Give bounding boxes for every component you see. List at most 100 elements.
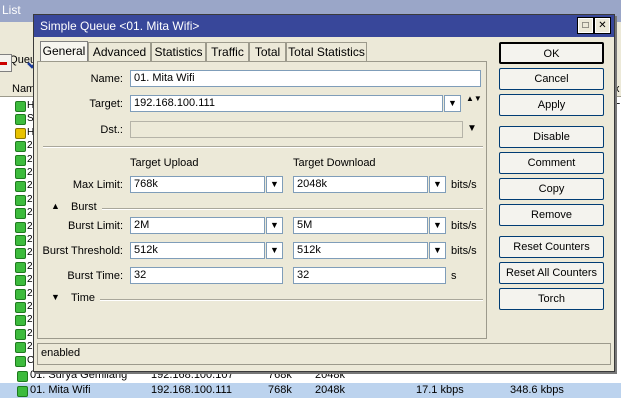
general-tab-panel: Name: 01. Mita Wifi Target: 192.168.100.… <box>37 61 487 339</box>
list-item[interactable]: 2 <box>15 207 33 220</box>
row-download: 2048k <box>315 384 345 396</box>
list-item[interactable]: 2 <box>15 180 33 193</box>
max-limit-upload-field[interactable]: 768k <box>130 176 265 193</box>
apply-button[interactable]: Apply <box>499 94 604 116</box>
name-label: Name: <box>90 73 123 85</box>
list-item-label: 2 <box>27 207 33 219</box>
list-item[interactable]: 2 <box>15 314 33 327</box>
burst-limit-upload-dropdown-icon[interactable]: ▼ <box>266 217 283 234</box>
column-header-name[interactable]: Nam <box>12 83 35 95</box>
list-item[interactable]: 2 <box>15 261 33 273</box>
tab-total[interactable]: Total <box>249 42 286 62</box>
target-field[interactable]: 192.168.100.111 <box>130 95 443 112</box>
list-item-label: 2 <box>27 167 33 178</box>
tab-advanced[interactable]: Advanced <box>88 42 151 62</box>
row-rate-up: 17.1 kbps <box>416 384 464 396</box>
list-item[interactable]: 2 <box>15 140 33 153</box>
list-item[interactable]: 2 <box>15 167 33 179</box>
list-item[interactable]: 2 <box>15 288 33 300</box>
burst-section-label[interactable]: Burst <box>71 201 97 213</box>
list-item[interactable]: H <box>15 127 34 139</box>
close-icon[interactable]: ✕ <box>594 17 611 34</box>
table-row-selected[interactable]: 01. Mita Wifi 192.168.100.111 768k 2048k… <box>0 383 621 398</box>
restore-icon[interactable]: □ <box>577 17 594 34</box>
row-rate-down: 348.6 kbps <box>510 384 564 396</box>
queue-icon <box>15 221 26 233</box>
tab-total-statistics[interactable]: Total Statistics <box>286 42 367 62</box>
list-item[interactable]: 2 <box>15 247 33 260</box>
time-section-label[interactable]: Time <box>71 292 95 304</box>
max-limit-download-dropdown-icon[interactable]: ▼ <box>429 176 446 193</box>
burst-threshold-upload-field[interactable]: 512k <box>130 242 265 259</box>
list-item-label: 2 <box>27 153 33 165</box>
unit-seconds: s <box>451 270 457 282</box>
queue-icon <box>15 355 26 367</box>
queue-icon <box>15 235 26 246</box>
dst-dropdown-icon[interactable]: ▼ <box>467 123 477 134</box>
list-item[interactable]: 2 <box>15 328 33 340</box>
max-limit-label: Max Limit: <box>72 179 123 191</box>
simple-queue-dialog: Simple Queue <01. Mita Wifi> □ ✕ General… <box>33 14 615 372</box>
queue-icon <box>15 328 26 340</box>
list-item-label: 2 <box>27 180 33 192</box>
remove-button[interactable]: Remove <box>499 204 604 226</box>
ok-button[interactable]: OK <box>499 42 604 64</box>
burst-limit-download-field[interactable]: 5M <box>293 217 428 234</box>
row-name: 01. Mita Wifi <box>30 384 91 396</box>
queue-icon <box>15 275 26 287</box>
expand-icon[interactable]: ▼ <box>51 292 60 302</box>
burst-threshold-upload-dropdown-icon[interactable]: ▼ <box>266 242 283 259</box>
reset-all-counters-button[interactable]: Reset All Counters <box>499 262 604 284</box>
queue-icon <box>15 168 26 179</box>
queue-icon <box>15 248 26 260</box>
list-item[interactable]: S <box>15 113 34 126</box>
burst-time-download-field[interactable]: 32 <box>293 267 446 284</box>
list-item[interactable]: H <box>15 100 34 112</box>
list-item[interactable]: 2 <box>15 341 33 354</box>
background-window-title: List <box>2 3 21 17</box>
list-item[interactable]: 2 <box>15 154 33 166</box>
disable-button[interactable]: Disable <box>499 126 604 148</box>
list-item[interactable]: 2 <box>15 194 33 206</box>
burst-threshold-download-dropdown-icon[interactable]: ▼ <box>429 242 446 259</box>
column-header-max-limit[interactable]: x L <box>614 83 621 107</box>
updown-icon[interactable]: ▲▼ <box>466 95 482 103</box>
list-item[interactable]: 2 <box>15 301 33 313</box>
comment-button[interactable]: Comment <box>499 152 604 174</box>
unit-bits: bits/s <box>451 220 477 232</box>
max-limit-upload-dropdown-icon[interactable]: ▼ <box>266 176 283 193</box>
torch-button[interactable]: Torch <box>499 288 604 310</box>
tab-general[interactable]: General <box>40 41 88 62</box>
max-limit-download-field[interactable]: 2048k <box>293 176 428 193</box>
status-text: enabled <box>41 347 81 359</box>
list-item[interactable]: 2 <box>15 274 33 287</box>
queue-icon <box>15 208 26 220</box>
burst-limit-upload-field[interactable]: 2M <box>130 217 265 234</box>
row-target: 192.168.100.111 <box>151 384 232 396</box>
queue-icon <box>15 114 26 126</box>
burst-threshold-label: Burst Threshold: <box>42 245 123 257</box>
burst-limit-download-dropdown-icon[interactable]: ▼ <box>429 217 446 234</box>
queue-icon <box>17 371 28 382</box>
tab-statistics[interactable]: Statistics <box>151 42 206 62</box>
list-item[interactable]: C <box>15 355 34 367</box>
separator <box>102 208 483 210</box>
name-field[interactable]: 01. Mita Wifi <box>130 70 481 87</box>
dialog-titlebar[interactable]: Simple Queue <01. Mita Wifi> □ ✕ <box>34 15 614 37</box>
collapse-icon[interactable]: ▲ <box>51 201 60 211</box>
remove-icon[interactable] <box>0 54 12 72</box>
separator <box>43 146 483 148</box>
cancel-button[interactable]: Cancel <box>499 68 604 90</box>
unit-bits: bits/s <box>451 245 477 257</box>
burst-limit-label: Burst Limit: <box>67 220 123 232</box>
tab-traffic[interactable]: Traffic <box>206 42 249 62</box>
burst-time-upload-field[interactable]: 32 <box>130 267 283 284</box>
copy-button[interactable]: Copy <box>499 178 604 200</box>
list-item[interactable]: 2 <box>15 221 33 233</box>
list-item[interactable]: 2 <box>15 234 33 246</box>
reset-counters-button[interactable]: Reset Counters <box>499 236 604 258</box>
list-item-label: 2 <box>27 260 33 272</box>
dst-field[interactable] <box>130 121 463 138</box>
burst-threshold-download-field[interactable]: 512k <box>293 242 428 259</box>
target-dropdown-icon[interactable]: ▼ <box>444 95 461 112</box>
